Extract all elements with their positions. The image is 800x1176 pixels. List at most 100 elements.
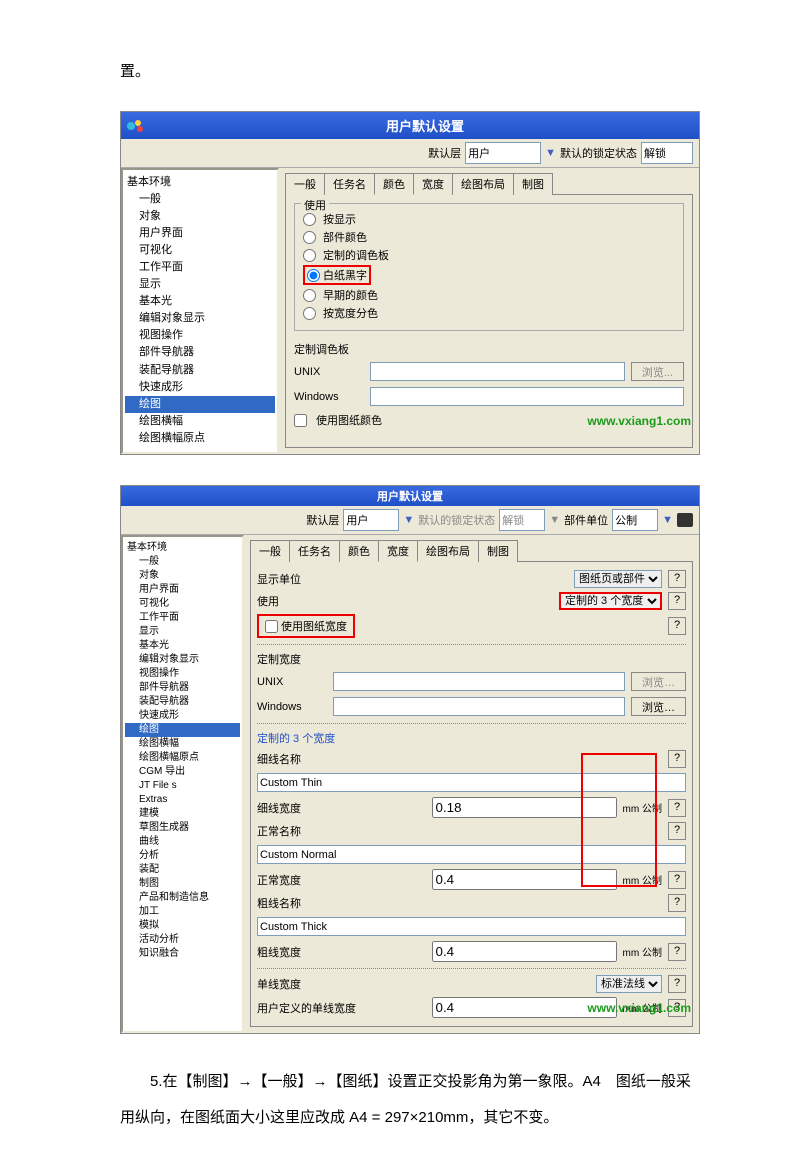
tree-item[interactable]: 制图	[125, 877, 240, 891]
thick-name-input[interactable]	[257, 917, 686, 936]
help-icon[interactable]: ?	[668, 617, 686, 635]
tree-item[interactable]: 对象	[125, 569, 240, 583]
tree-item[interactable]: JT File s	[125, 779, 240, 793]
help-icon[interactable]: ?	[668, 943, 686, 961]
tree-item[interactable]: 一般	[125, 191, 275, 208]
help-icon[interactable]: ?	[668, 975, 686, 993]
unix-input[interactable]	[333, 672, 625, 691]
use-select[interactable]: 定制的 3 个宽度	[559, 592, 662, 610]
dialog-1: 用户默认设置 默认层 ▼ 默认的锁定状态 基本环境一般对象用户界面可视化工作平面…	[120, 111, 700, 455]
tree-item[interactable]: 绘图横幅原点	[125, 430, 275, 447]
tree-item[interactable]: 产品和制造信息	[125, 891, 240, 905]
tree-item[interactable]: CGM 导出	[125, 765, 240, 779]
tree-item[interactable]: 装配导航器	[125, 695, 240, 709]
tree-item[interactable]: 部件导航器	[125, 681, 240, 695]
browse-button[interactable]: 浏览...	[631, 362, 684, 381]
tree-item[interactable]: 基本光	[125, 639, 240, 653]
tree-item[interactable]: 可视化	[125, 242, 275, 259]
tree-item[interactable]: 工作平面	[125, 611, 240, 625]
tab[interactable]: 宽度	[378, 540, 418, 562]
unix-input[interactable]	[370, 362, 625, 381]
tab[interactable]: 颜色	[374, 173, 414, 195]
tree-item[interactable]: 快速成形	[125, 709, 240, 723]
tab[interactable]: 制图	[478, 540, 518, 562]
tree-item[interactable]: 显示	[125, 625, 240, 639]
help-icon[interactable]: ?	[668, 799, 686, 817]
use-radio[interactable]	[307, 269, 320, 282]
tree-item[interactable]: 基本环境	[125, 174, 275, 191]
tree-item[interactable]: 快速成形	[125, 379, 275, 396]
find-icon[interactable]	[677, 513, 693, 527]
use-radio[interactable]	[303, 307, 316, 320]
windows-input[interactable]	[333, 697, 625, 716]
tab[interactable]: 一般	[250, 540, 290, 562]
user-def-label: 用户定义的单线宽度	[257, 1000, 426, 1016]
tree-item[interactable]: 绘图	[125, 723, 240, 737]
use-radio[interactable]	[303, 289, 316, 302]
tree-item[interactable]: 用户界面	[125, 225, 275, 242]
tree-item[interactable]: 编辑对象显示	[125, 310, 275, 327]
tree-item[interactable]: 部件导航器	[125, 344, 275, 361]
tab[interactable]: 任务名	[324, 173, 375, 195]
layer-select[interactable]	[343, 509, 399, 531]
tree-item[interactable]: 基本光	[125, 293, 275, 310]
tab[interactable]: 制图	[513, 173, 553, 195]
tree-item[interactable]: 视图操作	[125, 667, 240, 681]
browse-button[interactable]: 浏览…	[631, 672, 686, 691]
tab[interactable]: 任务名	[289, 540, 340, 562]
tree-item[interactable]: 加工	[125, 905, 240, 919]
tree-item[interactable]: 基本环境	[125, 541, 240, 555]
use-radio[interactable]	[303, 213, 316, 226]
tree-item[interactable]: 装配	[125, 863, 240, 877]
tree-item[interactable]: Extras	[125, 793, 240, 807]
tree-item[interactable]: 活动分析	[125, 933, 240, 947]
tab[interactable]: 颜色	[339, 540, 379, 562]
tree-item[interactable]: 绘图	[125, 396, 275, 413]
tree-item[interactable]: 模拟	[125, 919, 240, 933]
use-paper-width-checkbox[interactable]	[265, 620, 278, 633]
tree-item[interactable]: 可视化	[125, 597, 240, 611]
settings-tree[interactable]: 基本环境一般对象用户界面可视化工作平面显示基本光编辑对象显示视图操作部件导航器装…	[121, 535, 244, 1033]
tree-item[interactable]: 曲线	[125, 835, 240, 849]
tree-item[interactable]: 建模	[125, 807, 240, 821]
use-radio[interactable]	[303, 231, 316, 244]
unit-select[interactable]	[612, 509, 658, 531]
help-icon[interactable]: ?	[668, 592, 686, 610]
tree-item[interactable]: 绘图横幅	[125, 737, 240, 751]
tree-item[interactable]: 知识融合	[125, 947, 240, 961]
tree-item[interactable]: 显示	[125, 276, 275, 293]
help-icon[interactable]: ?	[668, 894, 686, 912]
tab[interactable]: 一般	[285, 173, 325, 195]
layer-select[interactable]	[465, 142, 541, 164]
tree-item[interactable]: 绘图横幅原点	[125, 751, 240, 765]
lock-select[interactable]	[641, 142, 693, 164]
single-width-select[interactable]: 标准法线	[596, 975, 662, 993]
help-icon[interactable]: ?	[668, 871, 686, 889]
lock-select[interactable]	[499, 509, 545, 531]
display-unit-select[interactable]: 图纸页或部件	[574, 570, 662, 588]
tab[interactable]: 绘图布局	[452, 173, 514, 195]
help-icon[interactable]: ?	[668, 570, 686, 588]
radio-label: 按显示	[323, 211, 356, 227]
toolbar: 默认层 ▼ 默认的锁定状态	[121, 139, 699, 168]
help-icon[interactable]: ?	[668, 822, 686, 840]
thick-width-input[interactable]	[432, 941, 617, 962]
tree-item[interactable]: 装配导航器	[125, 362, 275, 379]
tab[interactable]: 宽度	[413, 173, 453, 195]
help-icon[interactable]: ?	[668, 750, 686, 768]
tree-item[interactable]: 编辑对象显示	[125, 653, 240, 667]
tree-item[interactable]: 用户界面	[125, 583, 240, 597]
use-radio[interactable]	[303, 249, 316, 262]
tree-item[interactable]: 绘图横幅	[125, 413, 275, 430]
use-paper-color-checkbox[interactable]	[294, 414, 307, 427]
tree-item[interactable]: 工作平面	[125, 259, 275, 276]
tree-item[interactable]: 视图操作	[125, 327, 275, 344]
tree-item[interactable]: 一般	[125, 555, 240, 569]
tab[interactable]: 绘图布局	[417, 540, 479, 562]
tree-item[interactable]: 对象	[125, 208, 275, 225]
browse-button[interactable]: 浏览…	[631, 697, 686, 716]
tree-item[interactable]: 分析	[125, 849, 240, 863]
windows-input[interactable]	[370, 387, 684, 406]
tree-item[interactable]: 草图生成器	[125, 821, 240, 835]
settings-tree[interactable]: 基本环境一般对象用户界面可视化工作平面显示基本光编辑对象显示视图操作部件导航器装…	[121, 168, 279, 454]
